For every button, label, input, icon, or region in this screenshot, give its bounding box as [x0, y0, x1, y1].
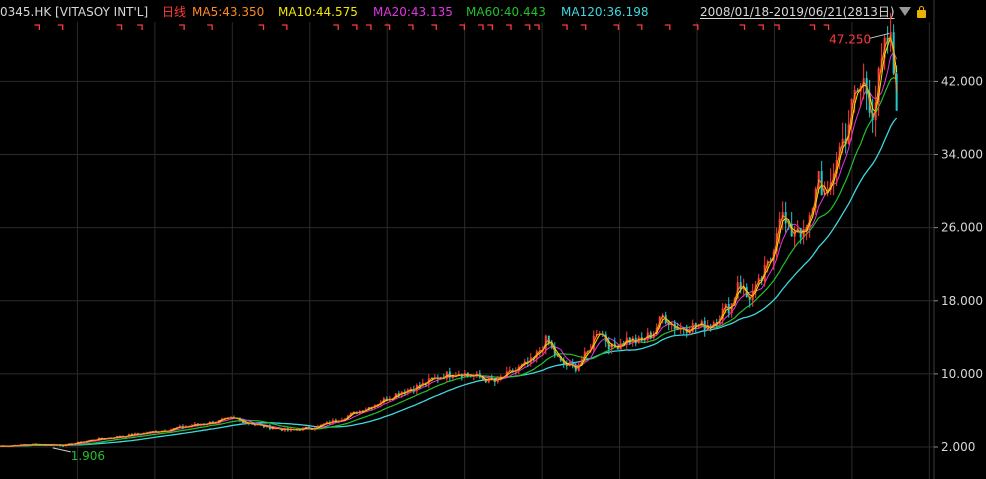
event-marker-26	[739, 24, 746, 30]
ma5-line	[0, 36, 898, 447]
event-marker-5	[207, 24, 213, 30]
event-marker-7	[281, 24, 288, 30]
ma10-line	[0, 35, 898, 447]
y-axis: 2.000 10.000 18.000 26.000 34.000 42.000	[934, 74, 983, 454]
event-markers	[34, 24, 830, 30]
event-marker-24	[664, 24, 671, 30]
y-tick-label-2: 18.000	[941, 294, 983, 308]
ma10-series	[0, 35, 898, 447]
high-price-label: 47.250	[829, 32, 871, 46]
event-marker-12	[407, 24, 414, 30]
candlestick-series	[1, 12, 898, 448]
ma20-series	[0, 50, 898, 447]
event-marker-8	[333, 24, 339, 30]
event-marker-0	[34, 24, 41, 30]
event-marker-21	[580, 24, 587, 30]
event-marker-23	[636, 24, 643, 30]
event-marker-29	[809, 24, 816, 30]
event-marker-22	[613, 24, 620, 30]
chart-annotations: 47.250 1.906	[52, 32, 890, 463]
event-marker-10	[365, 24, 372, 30]
event-marker-19	[534, 24, 540, 30]
ma5-series	[0, 36, 898, 447]
event-marker-15	[478, 24, 484, 30]
event-marker-9	[351, 24, 358, 30]
y-tick-label-3: 26.000	[941, 221, 983, 235]
y-tick-label-4: 34.000	[941, 148, 983, 162]
y-tick-label-5: 42.000	[941, 74, 983, 88]
event-marker-20	[562, 24, 568, 30]
event-marker-4	[179, 24, 185, 30]
event-marker-6	[258, 24, 265, 30]
event-marker-16	[487, 24, 493, 30]
event-marker-2	[116, 24, 123, 30]
y-tick-label-1: 10.000	[941, 367, 983, 381]
event-marker-14	[459, 24, 465, 30]
event-marker-1	[57, 24, 64, 30]
price-chart[interactable]: 47.250 1.906 2.000 10.000 18.000 26.000 34.00…	[0, 0, 986, 479]
event-marker-3	[137, 24, 143, 30]
event-marker-30	[823, 24, 830, 30]
event-marker-17	[506, 24, 512, 30]
low-price-label: 1.906	[71, 449, 105, 463]
y-tick-label-0: 2.000	[941, 440, 975, 454]
event-marker-27	[758, 24, 764, 30]
low-pointer	[52, 447, 71, 453]
ma20-line	[0, 50, 898, 447]
event-marker-13	[431, 24, 437, 30]
event-marker-18	[524, 24, 531, 30]
chart-grid	[0, 0, 935, 479]
high-pointer	[869, 32, 890, 39]
